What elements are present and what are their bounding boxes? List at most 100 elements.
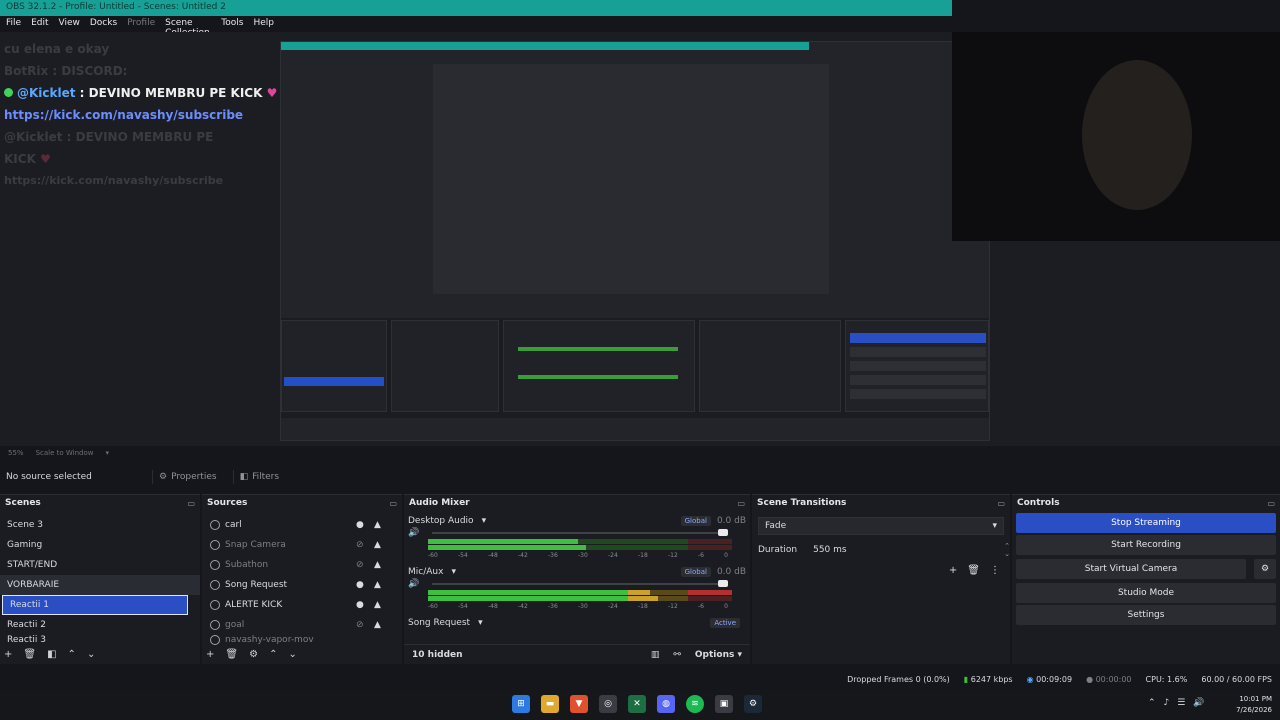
speaker-icon[interactable]: 🔊 <box>408 528 422 538</box>
windows-start-icon[interactable]: ⊞ <box>512 695 530 713</box>
menu-scene-collection[interactable]: Scene Collection <box>165 18 211 38</box>
lock-icon[interactable]: ▲ <box>374 580 381 590</box>
source-item[interactable]: navashy-vapor-mov <box>202 635 402 645</box>
more-icon[interactable]: ⋮ <box>990 565 1000 576</box>
menu-edit[interactable]: Edit <box>31 18 48 30</box>
gear-icon[interactable]: ⚙ <box>249 649 258 660</box>
speaker-icon[interactable]: 🔊 <box>408 579 422 589</box>
eye-icon[interactable]: ● <box>356 520 364 530</box>
nested-inner-preview <box>433 64 829 294</box>
filters-button[interactable]: ◧ Filters <box>232 470 286 484</box>
eye-off-icon[interactable]: ⊘ <box>356 560 364 570</box>
menu-help[interactable]: Help <box>253 18 274 30</box>
spotify-icon[interactable]: ≋ <box>686 695 704 713</box>
scale-mode[interactable]: Scale to Window <box>36 449 94 457</box>
menu-tools[interactable]: Tools <box>221 18 243 30</box>
scene-item[interactable]: START/END <box>0 555 200 575</box>
volume-slider[interactable] <box>428 528 728 538</box>
start-virtual-camera-button[interactable]: Start Virtual Camera <box>1016 559 1246 579</box>
gear-icon[interactable]: ⚙ <box>1254 559 1276 579</box>
undock-icon[interactable]: ▭ <box>737 499 745 508</box>
brave-browser-icon[interactable]: ▼ <box>570 695 588 713</box>
undock-icon[interactable]: ▭ <box>187 499 195 508</box>
clock[interactable]: 10:01 PM 7/26/2026 <box>1228 694 1272 716</box>
lock-icon[interactable]: ▲ <box>374 540 381 550</box>
obs-icon[interactable]: ◎ <box>599 695 617 713</box>
chevron-up-icon[interactable]: ⌃ <box>1148 698 1156 708</box>
channel-tag[interactable]: Global <box>680 516 711 526</box>
source-item[interactable]: ALERTE KICK ● ▲ <box>202 595 402 615</box>
network-icon[interactable]: ☰ <box>1177 698 1185 708</box>
scene-item[interactable]: Reactii 2 <box>0 615 200 635</box>
chevron-down-icon[interactable]: ▾ <box>482 516 487 526</box>
scene-item[interactable]: Reactii 3 <box>0 635 200 645</box>
filter-icon[interactable]: ◧ <box>47 649 56 660</box>
eye-off-icon[interactable]: ⊘ <box>356 620 364 630</box>
stop-streaming-button[interactable]: Stop Streaming <box>1016 513 1276 533</box>
undock-icon[interactable]: ▭ <box>389 499 397 508</box>
menu-view[interactable]: View <box>59 18 80 30</box>
down-icon[interactable]: ⌄ <box>87 649 95 660</box>
up-icon[interactable]: ⌃ <box>269 649 277 660</box>
duration-input[interactable]: 550 ms <box>807 541 995 559</box>
eye-off-icon[interactable]: ⊘ <box>356 540 364 550</box>
discord-icon[interactable]: ◍ <box>657 695 675 713</box>
trash-icon[interactable]: 🗑 <box>23 649 36 660</box>
volume-slider[interactable] <box>428 579 728 589</box>
source-item[interactable]: carl ● ▲ <box>202 515 402 535</box>
transition-select[interactable]: Fade ▾ <box>758 517 1004 535</box>
lock-icon[interactable]: ▲ <box>374 560 381 570</box>
eye-icon[interactable]: ● <box>356 600 364 610</box>
source-item[interactable]: Subathon ⊘ ▲ <box>202 555 402 575</box>
menu-file[interactable]: File <box>6 18 21 30</box>
level-meter <box>428 589 736 603</box>
source-name: Snap Camera <box>225 540 286 550</box>
undock-icon[interactable]: ▭ <box>997 499 1005 508</box>
zoom-level[interactable]: 55% <box>8 449 24 457</box>
volume-icon[interactable]: 🔊 <box>1193 698 1204 708</box>
spinner-icon[interactable]: ⌃ ⌄ <box>1004 542 1010 558</box>
options-button[interactable]: Options ▾ <box>695 650 742 660</box>
trash-icon[interactable]: 🗑 <box>967 565 980 576</box>
channel-tag[interactable]: Active <box>710 618 740 628</box>
start-recording-button[interactable]: Start Recording <box>1016 535 1276 555</box>
source-item[interactable]: goal ⊘ ▲ <box>202 615 402 635</box>
lock-icon[interactable]: ▲ <box>374 600 381 610</box>
app-icon[interactable]: ▣ <box>715 695 733 713</box>
source-item[interactable]: Snap Camera ⊘ ▲ <box>202 535 402 555</box>
chevron-down-icon[interactable]: ▾ <box>105 449 109 457</box>
chevron-down-icon[interactable]: ▾ <box>451 567 456 577</box>
volume-knob[interactable] <box>718 580 728 587</box>
scene-item[interactable]: Scene 3 <box>0 515 200 535</box>
mic-icon[interactable]: ♪ <box>1164 698 1170 708</box>
scenes-footer: + 🗑 ◧ ⌃ ⌄ <box>4 649 95 660</box>
source-item[interactable]: Song Request ● ▲ <box>202 575 402 595</box>
file-explorer-icon[interactable]: ▬ <box>541 695 559 713</box>
volume-knob[interactable] <box>718 529 728 536</box>
channel-tag[interactable]: Global <box>680 567 711 577</box>
add-icon[interactable]: + <box>206 649 214 660</box>
scene-item[interactable]: Gaming <box>0 535 200 555</box>
down-icon[interactable]: ⌄ <box>288 649 296 660</box>
excel-icon[interactable]: ✕ <box>628 695 646 713</box>
lock-icon[interactable]: ▲ <box>374 620 381 630</box>
menu-profile[interactable]: Profile <box>127 18 155 30</box>
scene-item-selected[interactable]: Reactii 1 <box>2 595 188 615</box>
menu-docks[interactable]: Docks <box>90 18 117 30</box>
add-icon[interactable]: + <box>949 565 957 576</box>
layout-icon[interactable]: ▥ <box>651 650 660 660</box>
chevron-down-icon[interactable]: ▾ <box>478 618 483 628</box>
scene-item[interactable]: VORBARAIE <box>0 575 200 595</box>
undock-icon[interactable]: ▭ <box>1267 499 1275 508</box>
studio-mode-button[interactable]: Studio Mode <box>1016 583 1276 603</box>
add-icon[interactable]: + <box>4 649 12 660</box>
steam-icon[interactable]: ⚙ <box>744 695 762 713</box>
eye-icon[interactable]: ● <box>356 580 364 590</box>
preview-canvas[interactable]: cu elena e okay BotRix : DISCORD: @Kickl… <box>0 32 1280 446</box>
trash-icon[interactable]: 🗑 <box>225 649 238 660</box>
settings-button[interactable]: Settings <box>1016 605 1276 625</box>
lock-icon[interactable]: ▲ <box>374 520 381 530</box>
link-icon[interactable]: ⚯ <box>673 650 681 660</box>
up-icon[interactable]: ⌃ <box>68 649 76 660</box>
properties-button[interactable]: ⚙ Properties <box>152 470 223 484</box>
